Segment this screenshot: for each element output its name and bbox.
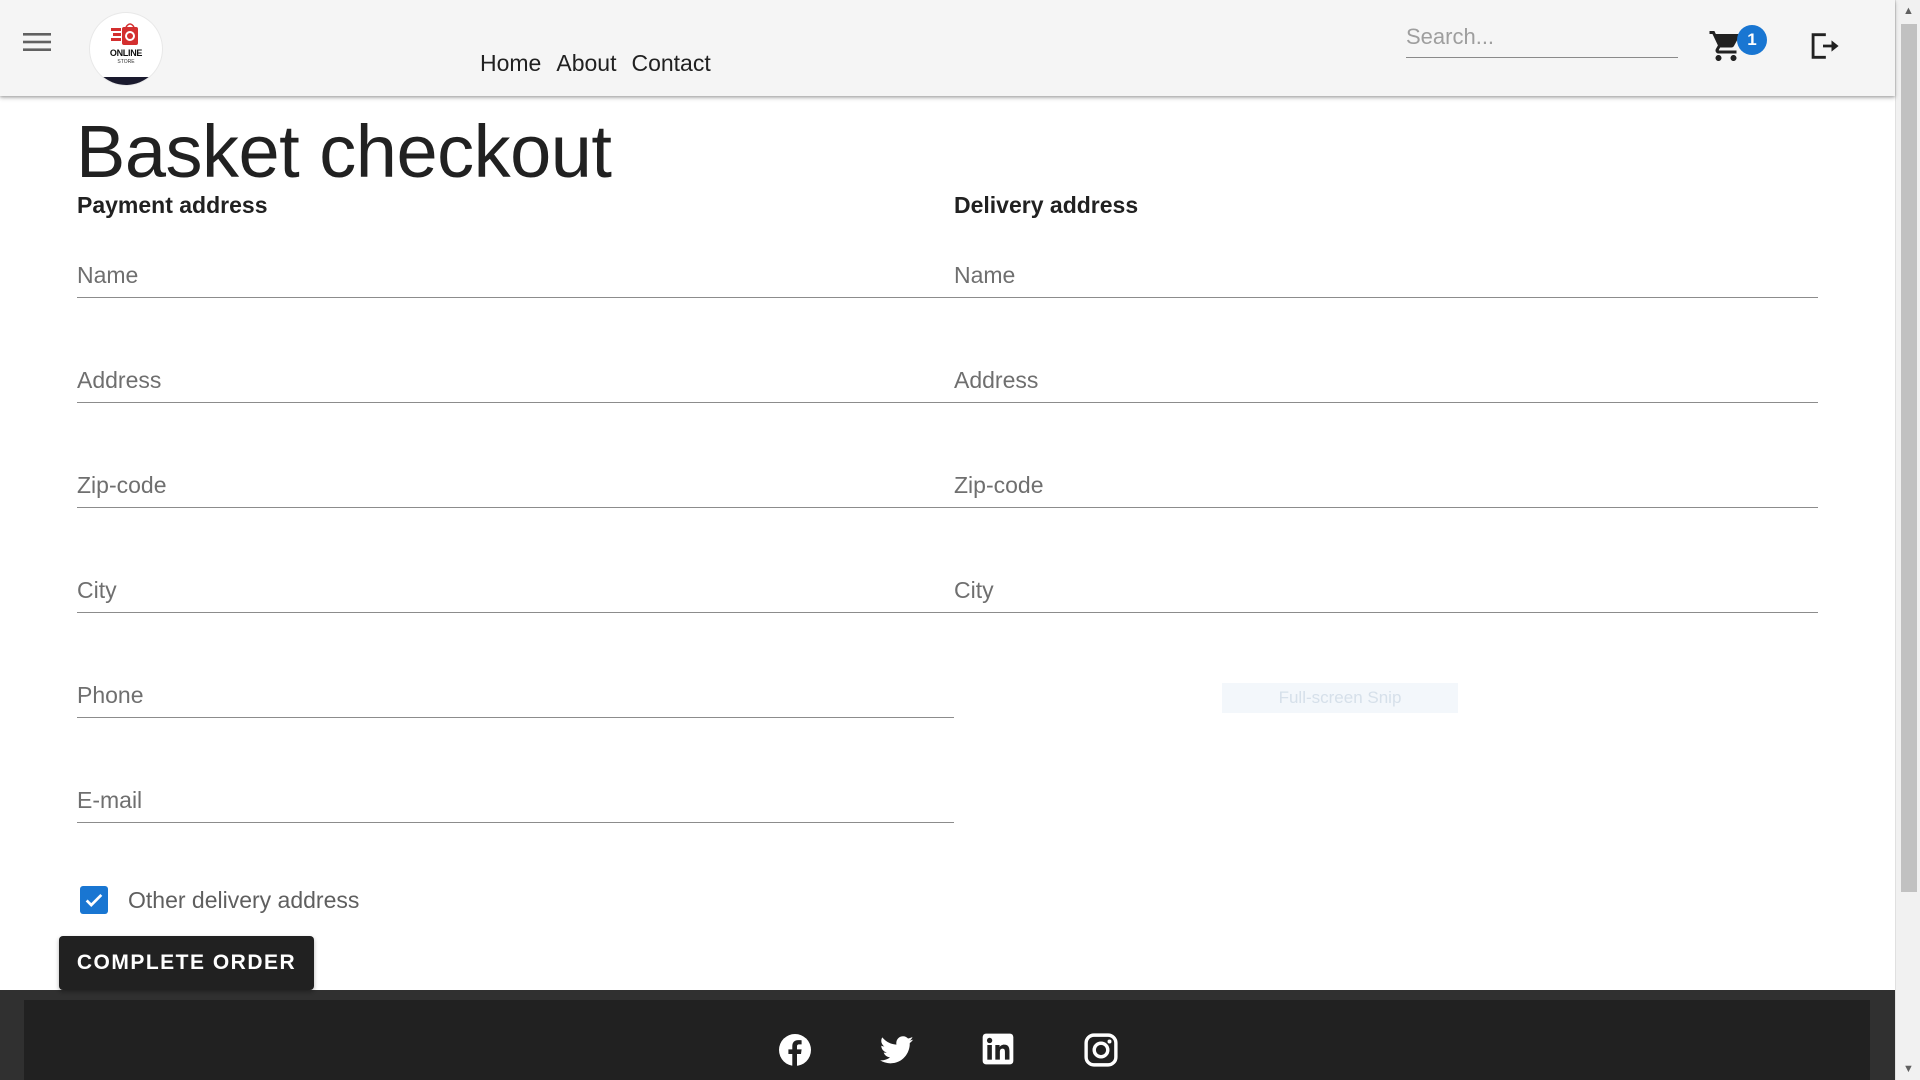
delivery-city-input[interactable] — [954, 577, 1818, 604]
payment-city-input[interactable] — [77, 577, 954, 604]
other-delivery-checkbox[interactable] — [80, 886, 108, 914]
delivery-address-input[interactable] — [954, 367, 1818, 394]
scrollbar-thumb[interactable] — [1901, 24, 1917, 892]
payment-address-field — [77, 349, 954, 403]
facebook-icon[interactable] — [778, 1033, 812, 1067]
payment-email-input[interactable] — [77, 787, 954, 814]
payment-address-heading: Payment address — [77, 192, 268, 218]
payment-zip-field — [77, 454, 954, 508]
cart-count-badge: 1 — [1737, 25, 1767, 55]
checkmark-icon — [85, 893, 103, 907]
page-scrollbar[interactable]: ▲ ▼ — [1895, 0, 1920, 1080]
search-input[interactable] — [1406, 16, 1678, 58]
main-nav: Home About Contact — [480, 50, 711, 77]
shopping-bag-icon — [111, 23, 138, 45]
payment-phone-input[interactable] — [77, 682, 954, 709]
linkedin-icon[interactable] — [982, 1033, 1016, 1067]
delivery-address-heading: Delivery address — [954, 192, 1139, 218]
payment-name-field — [77, 244, 954, 298]
delivery-name-field — [954, 244, 1818, 298]
logo-subtext: STORE — [117, 59, 135, 65]
payment-name-input[interactable] — [77, 262, 954, 289]
other-delivery-checkbox-row[interactable]: Other delivery address — [80, 886, 359, 914]
payment-address-input[interactable] — [77, 367, 954, 394]
logout-icon[interactable] — [1806, 28, 1842, 68]
scroll-up-arrow-icon[interactable]: ▲ — [1896, 0, 1920, 22]
complete-order-button[interactable]: COMPLETE ORDER — [59, 936, 314, 990]
logo-base — [90, 77, 162, 85]
payment-zip-input[interactable] — [77, 472, 954, 499]
payment-email-field — [77, 769, 954, 823]
page-title: Basket checkout — [76, 110, 612, 193]
twitter-icon[interactable] — [879, 1033, 914, 1067]
delivery-address-field — [954, 349, 1818, 403]
scroll-down-arrow-icon[interactable]: ▼ — [1896, 1058, 1920, 1080]
delivery-zip-field — [954, 454, 1818, 508]
footer-inner — [24, 1000, 1870, 1080]
app-header: ONLINE STORE Home About Contact 1 — [0, 0, 1895, 96]
payment-phone-field — [77, 664, 954, 718]
instagram-icon[interactable] — [1084, 1033, 1118, 1067]
payment-city-field — [77, 559, 954, 613]
logo-wordmark: ONLINE — [109, 48, 143, 58]
nav-about-link[interactable]: About — [556, 50, 616, 77]
snip-overlay-label: Full-screen Snip — [1222, 683, 1458, 713]
delivery-city-field — [954, 559, 1818, 613]
nav-home-link[interactable]: Home — [480, 50, 541, 77]
delivery-name-input[interactable] — [954, 262, 1818, 289]
nav-contact-link[interactable]: Contact — [631, 50, 710, 77]
hamburger-menu-icon[interactable] — [22, 30, 62, 66]
other-delivery-label: Other delivery address — [128, 886, 360, 913]
store-logo[interactable]: ONLINE STORE — [90, 13, 162, 85]
delivery-zip-input[interactable] — [954, 472, 1818, 499]
